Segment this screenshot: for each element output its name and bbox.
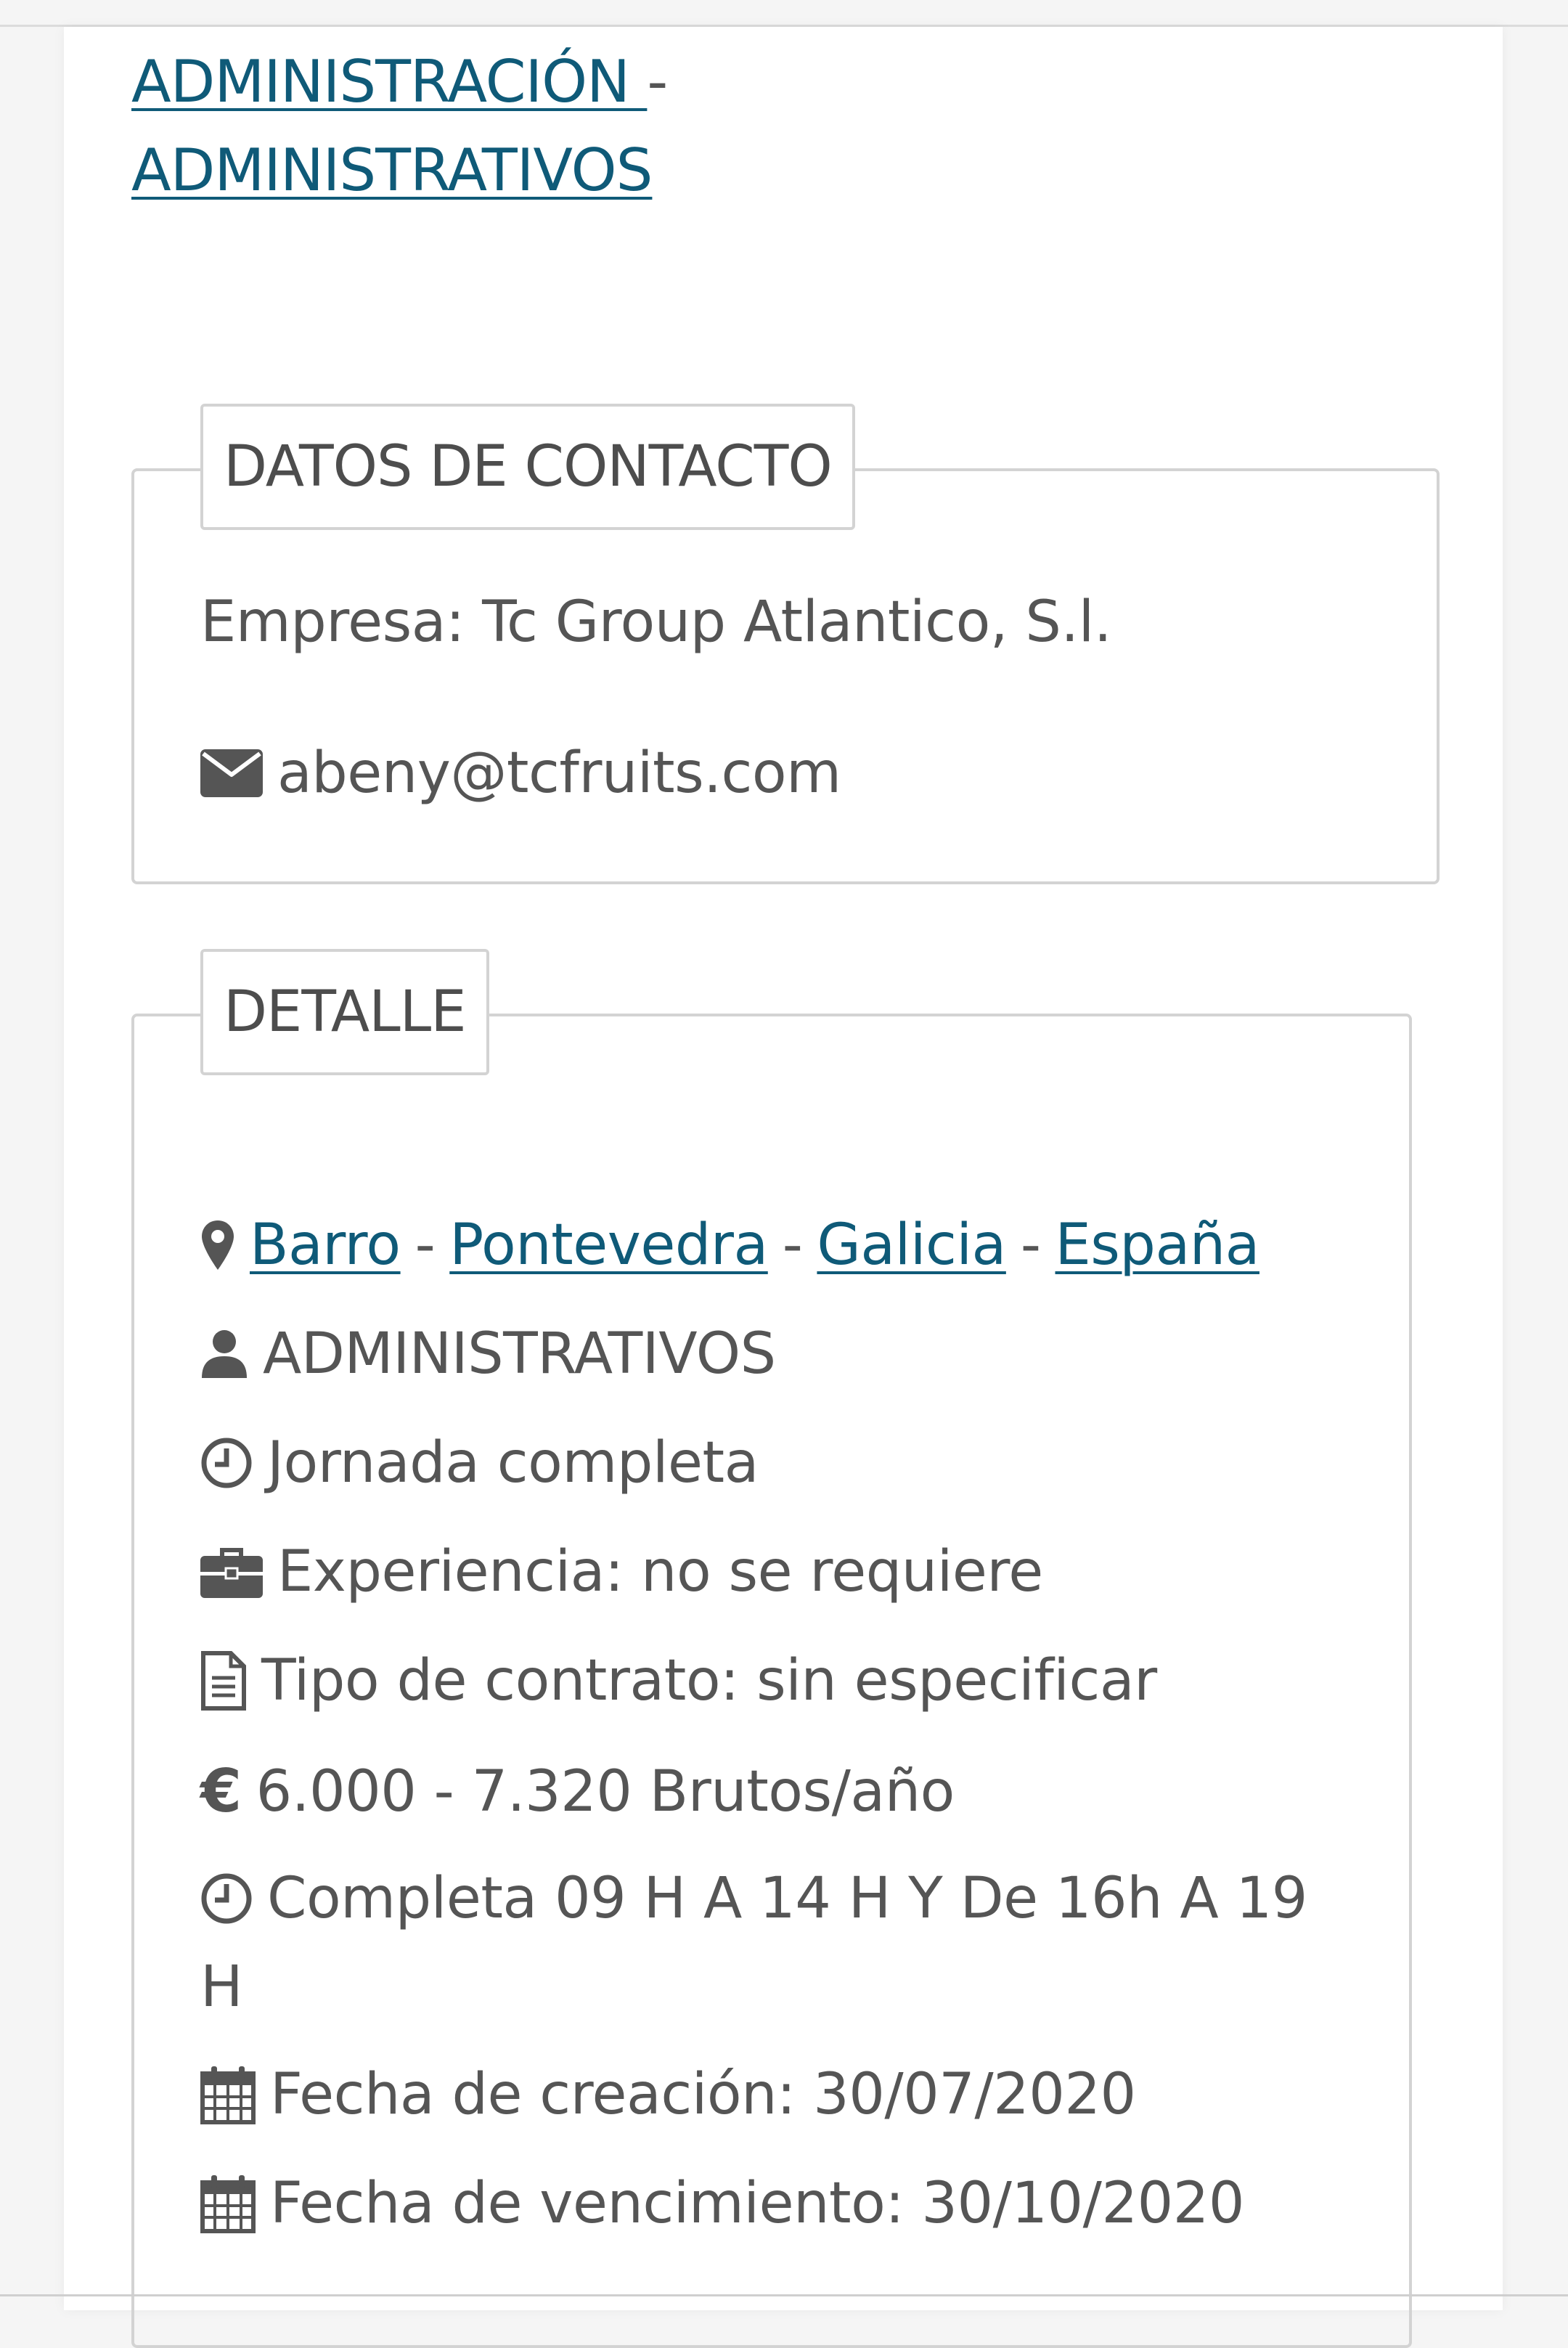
company-line: Empresa: Tc Group Atlantico, S.l. [200,590,1112,655]
contact-fieldset [131,468,1440,884]
created-date-text: Fecha de creación: 30/07/2020 [270,2062,1136,2127]
workday-line: Jornada completa [200,1430,759,1496]
email-line: abeny@tcfruits.com [200,741,841,806]
company-text: Empresa: Tc Group Atlantico, S.l. [200,590,1112,655]
briefcase-icon [200,1546,263,1598]
clock-icon [200,1437,253,1489]
location-country-link[interactable]: España [1055,1212,1260,1278]
job-category-text: ADMINISTRATIVOS [263,1321,776,1387]
salary-line: € 6.000 - 7.320 Brutos/año [200,1757,955,1826]
euro-icon: € [200,1757,242,1826]
user-icon [200,1329,248,1379]
expiry-date-text: Fecha de vencimiento: 30/10/2020 [270,2171,1244,2236]
email-text[interactable]: abeny@tcfruits.com [277,741,841,806]
bottom-divider [0,2294,1568,2296]
envelope-icon [200,749,263,797]
location-region-link[interactable]: Galicia [817,1212,1006,1278]
created-date-line: Fecha de creación: 30/07/2020 [200,2062,1136,2127]
experience-line: Experiencia: no se requiere [200,1539,1043,1605]
schedule-line: Completa 09 H A 14 H Y De 16h A 19 [200,1866,1307,1931]
document-icon [200,1650,247,1711]
location-city-link[interactable]: Barro [250,1212,401,1278]
category-link-administrativos[interactable]: ADMINISTRATIVOS [131,136,653,204]
contract-text: Tipo de contrato: sin especificar [261,1648,1157,1713]
contact-legend: DATOS DE CONTACTO [200,404,855,530]
schedule-text: Completa 09 H A 14 H Y De 16h A 19 [267,1866,1307,1931]
category-separator: - [647,48,668,115]
contract-line: Tipo de contrato: sin especificar [200,1648,1157,1713]
schedule-line-continued: H [200,1954,243,2020]
experience-text: Experiencia: no se requiere [277,1539,1043,1605]
expiry-date-line: Fecha de vencimiento: 30/10/2020 [200,2171,1244,2236]
job-category: ADMINISTRACIÓN - ADMINISTRATIVOS [131,38,668,215]
calendar-icon [200,2065,256,2124]
schedule-text-continued: H [200,1954,243,2020]
location-separator: - [782,1212,803,1278]
location-province-link[interactable]: Pontevedra [449,1212,768,1278]
location-separator: - [1020,1212,1041,1278]
category-link-administracion[interactable]: ADMINISTRACIÓN [131,48,647,115]
location-separator: - [415,1212,436,1278]
map-marker-icon [200,1219,235,1271]
clock-icon [200,1872,253,1925]
calendar-icon [200,2174,256,2233]
salary-text: 6.000 - 7.320 Brutos/año [256,1758,955,1825]
workday-text: Jornada completa [267,1430,759,1496]
job-category-line: ADMINISTRATIVOS [200,1321,776,1387]
location-line: Barro - Pontevedra - Galicia - España [200,1212,1259,1278]
detail-legend: DETALLE [200,949,489,1075]
